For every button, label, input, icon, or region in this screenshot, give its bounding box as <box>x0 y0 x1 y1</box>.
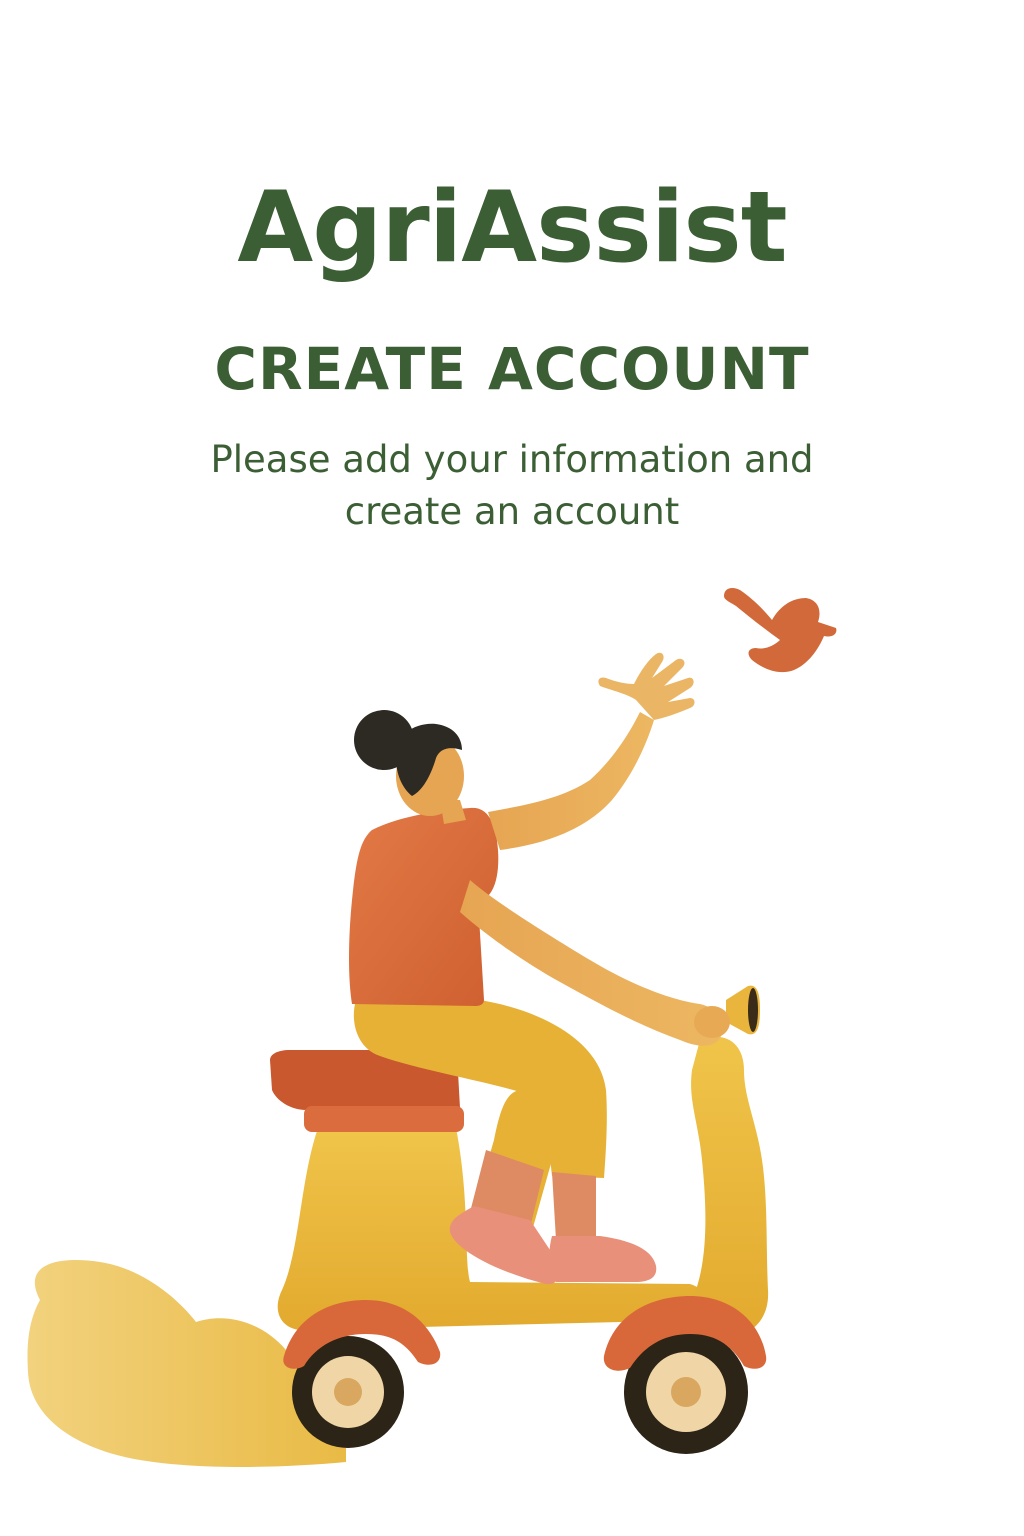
page-subtitle: Please add your information and create a… <box>210 438 814 533</box>
create-account-screen: AgriAssist CREATE ACCOUNT Please add you… <box>0 0 1024 1536</box>
rider-raised-arm <box>488 712 654 850</box>
seat-base <box>304 1106 464 1132</box>
bird-icon <box>724 588 837 673</box>
rider-raised-hand <box>598 652 695 720</box>
rider-shoe-front <box>549 1236 657 1282</box>
rider-sock-front <box>552 1172 596 1244</box>
scooter-front-column <box>691 1036 769 1337</box>
scooter-rider-illustration <box>27 588 837 1467</box>
page-title: CREATE ACCOUNT <box>214 335 810 403</box>
app-title: AgriAssist <box>237 171 787 285</box>
